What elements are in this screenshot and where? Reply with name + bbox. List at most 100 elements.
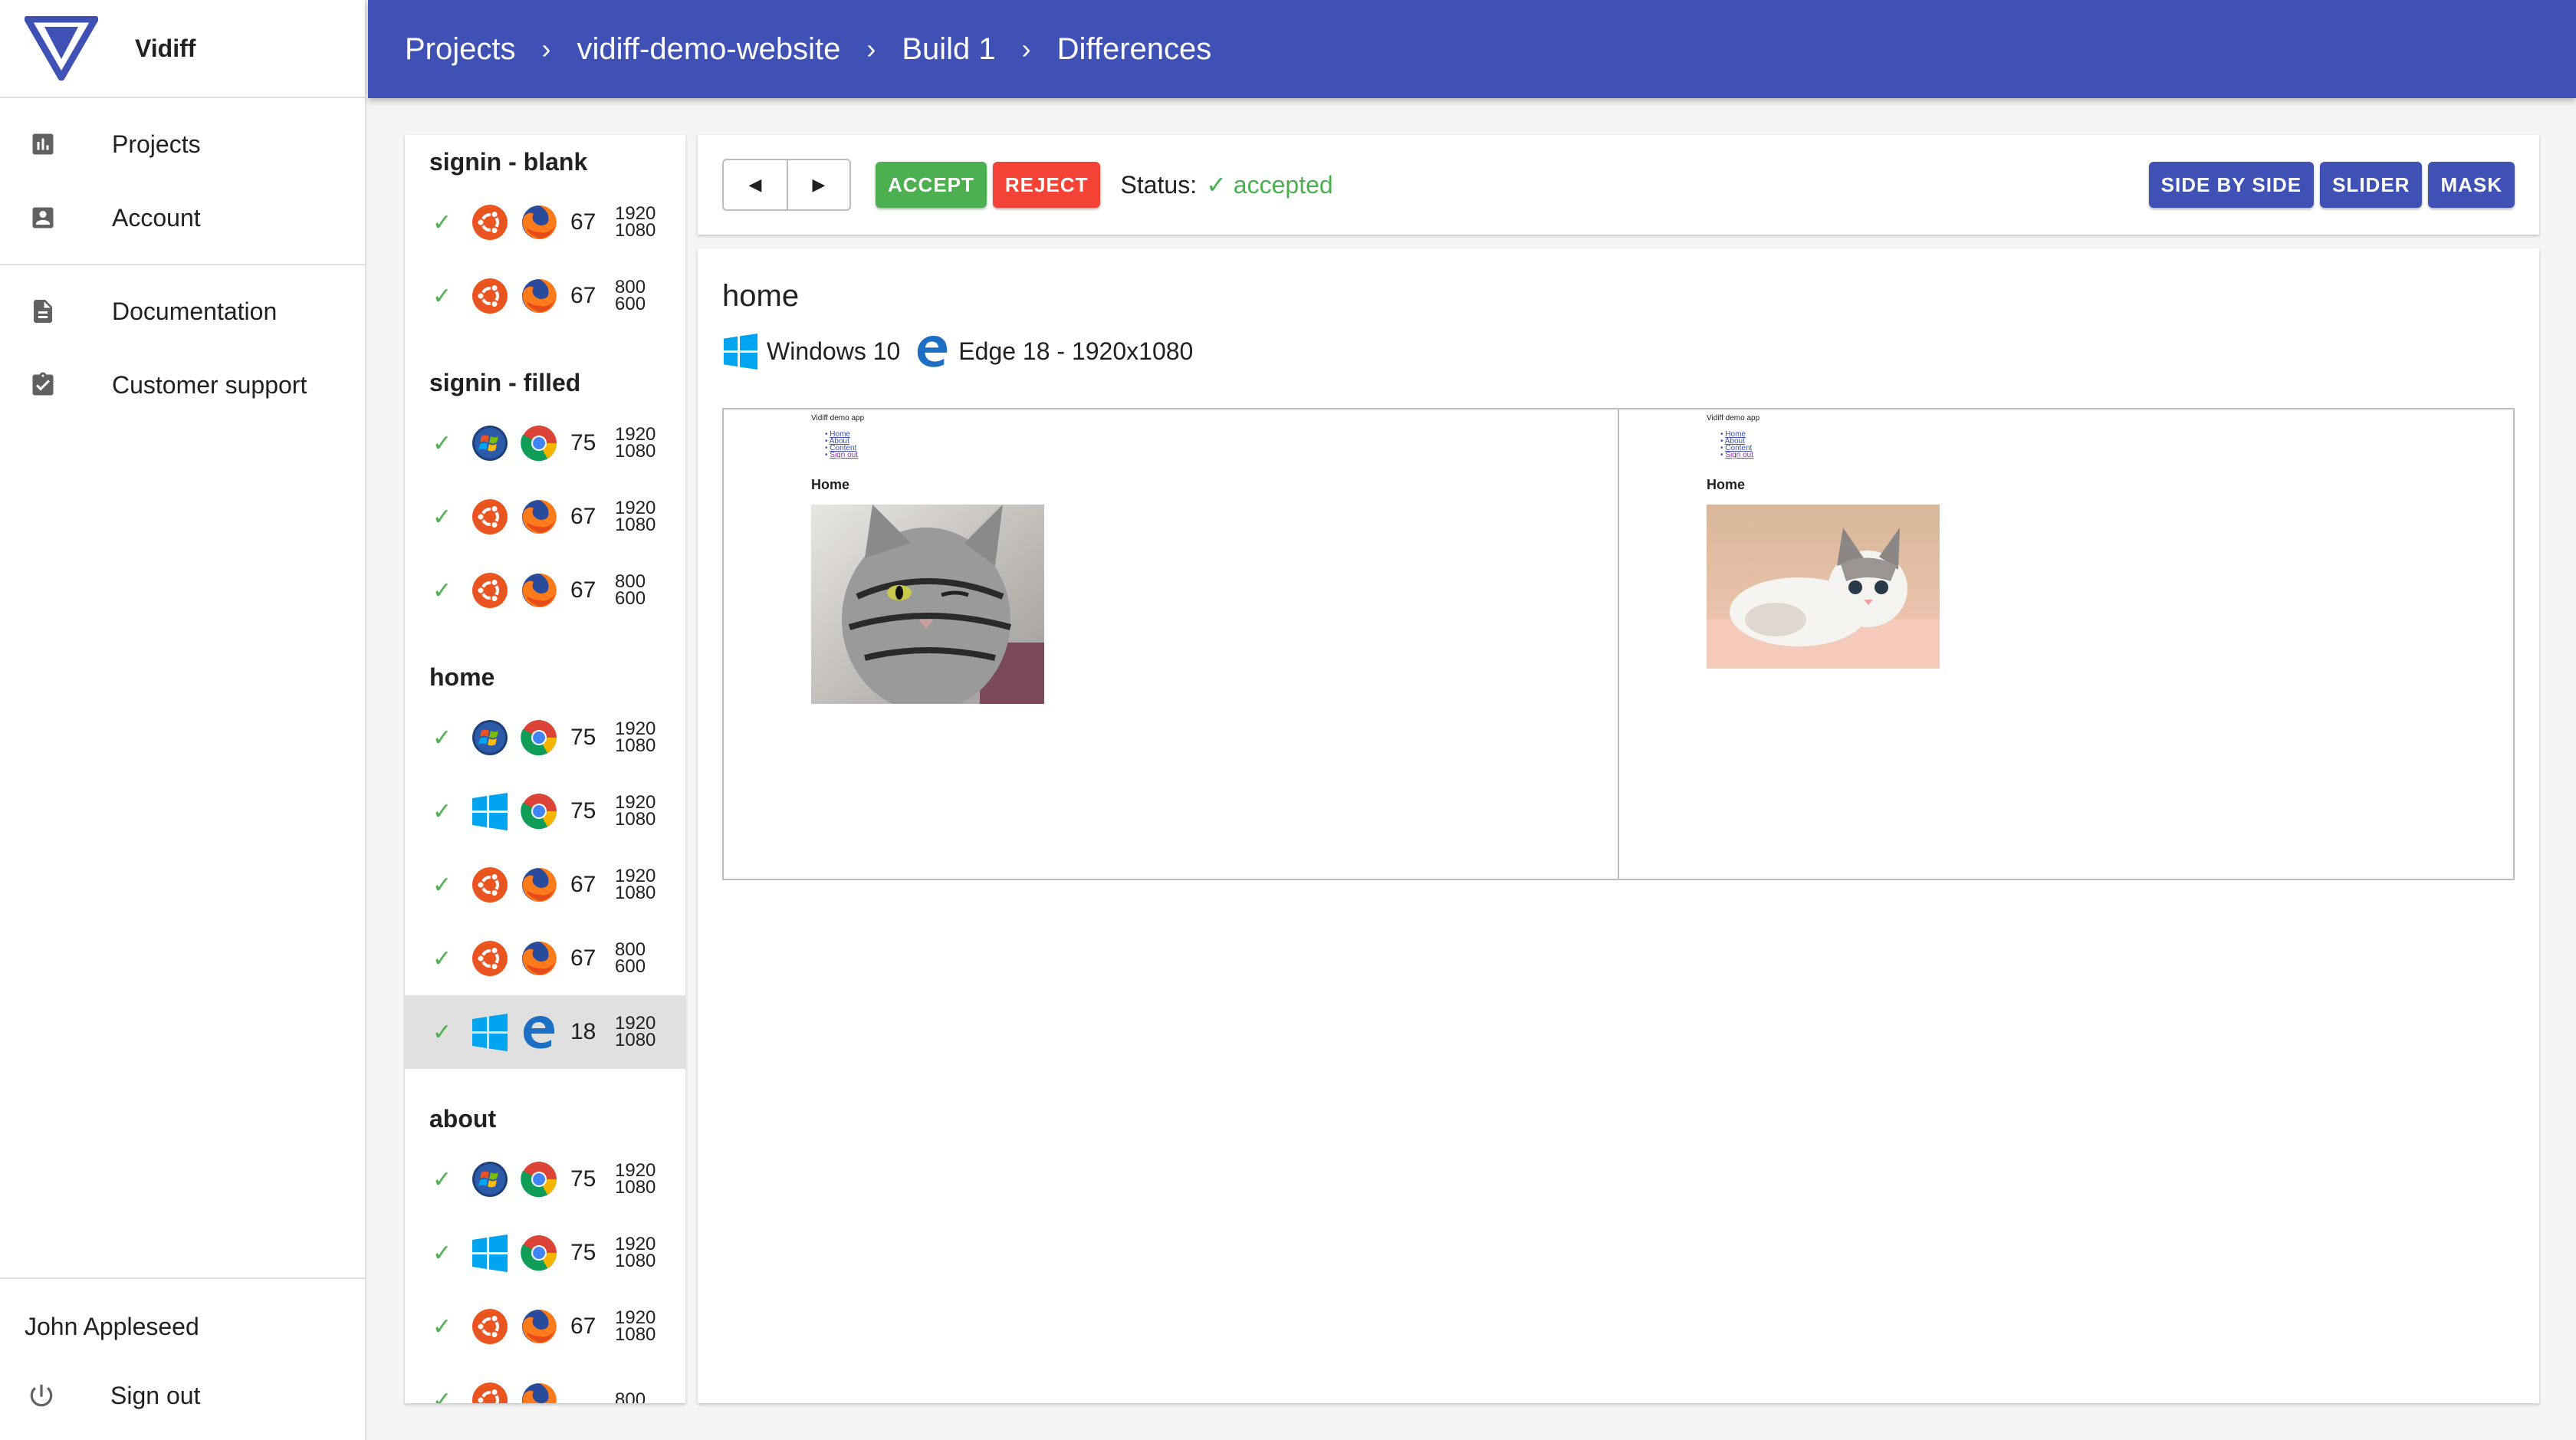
windows7-icon [455, 424, 509, 462]
ubuntu-icon [455, 866, 509, 904]
sidebar-item-label: Customer support [112, 370, 307, 399]
test-variant-row[interactable]: ✓ 67 1920 1080 [405, 1290, 685, 1363]
diff-toolbar: ◀ ▶ ACCEPT REJECT Status: ✓ accepted SID… [698, 135, 2539, 235]
ubuntu-icon [455, 1307, 509, 1346]
check-icon: ✓ [432, 872, 452, 898]
browser-version: 67 [570, 283, 596, 308]
test-variant-row[interactable]: ✓ 67 1920 1080 [405, 480, 685, 554]
sign-out-button[interactable]: Sign out [0, 1359, 365, 1432]
browser-version: 67 [570, 577, 596, 603]
windows7-icon [455, 1160, 509, 1198]
breadcrumb-projects[interactable]: Projects [405, 32, 516, 67]
mask-button[interactable]: MASK [2428, 162, 2515, 208]
nav-secondary: Documentation Customer support [0, 265, 365, 431]
test-variant-row[interactable]: ✓ 18 1920 1080 [405, 995, 685, 1069]
resolution: 1920 1080 [615, 794, 656, 830]
status-indicator: Status: ✓ accepted [1120, 170, 1332, 199]
resolution-width: 800 [615, 1389, 646, 1404]
chrome-icon [509, 1234, 558, 1272]
check-icon: ✓ [432, 798, 452, 824]
chevron-right-icon: › [541, 33, 551, 64]
resolution-height: 1080 [615, 441, 656, 462]
test-variant-row[interactable]: ✓ 67 800 600 [405, 259, 685, 333]
view-mode-group: SIDE BY SIDE SLIDER MASK [2148, 162, 2515, 208]
document-icon [28, 296, 58, 327]
resolution: 1920 1080 [615, 499, 656, 534]
chrome-icon [509, 424, 558, 462]
sidebar-footer: John Appleseed Sign out [0, 1277, 365, 1440]
side-by-side-comparison: Vidiff demo app • Home • About • Content… [722, 408, 2515, 880]
sidebar-item-label: Projects [112, 130, 201, 158]
windows10-icon [455, 1013, 509, 1051]
ubuntu-icon [455, 277, 509, 315]
resolution-height: 1080 [615, 220, 656, 241]
chrome-icon [509, 792, 558, 830]
brand[interactable]: Vidiff [0, 0, 365, 98]
resolution: 1920 1080 [615, 1235, 656, 1271]
reject-button[interactable]: REJECT [992, 162, 1101, 208]
user-name: John Appleseed [25, 1312, 199, 1340]
resolution-height: 1080 [615, 1030, 656, 1050]
resolution-height: 1080 [615, 1324, 656, 1345]
side-by-side-button[interactable]: SIDE BY SIDE [2148, 162, 2315, 208]
test-title: home [722, 279, 800, 313]
windows10-icon [455, 1234, 509, 1272]
browser-version: 67 [570, 209, 596, 235]
test-group-title: signin - filled [429, 369, 581, 396]
firefox-icon [509, 277, 558, 315]
test-variant-row[interactable]: ✓ 67 800 600 [405, 554, 685, 627]
mini-heading: Home [811, 477, 850, 492]
next-button[interactable]: ▶ [787, 160, 849, 209]
slider-button[interactable]: SLIDER [2320, 162, 2423, 208]
test-variant-row[interactable]: ✓ 800 [405, 1363, 685, 1403]
test-variant-row[interactable]: ✓ 67 800 600 [405, 922, 685, 995]
browser-version: 67 [570, 872, 596, 897]
test-variant-row[interactable]: ✓ 75 1920 1080 [405, 774, 685, 848]
chrome-icon [509, 1160, 558, 1198]
check-icon: ✓ [432, 1313, 452, 1340]
sidebar-item-documentation[interactable]: Documentation [0, 275, 365, 348]
test-group-title: signin - blank [429, 148, 588, 176]
power-icon [26, 1380, 57, 1411]
vidiff-logo-icon [25, 16, 98, 81]
sign-out-label: Sign out [110, 1381, 201, 1409]
diff-detail: home Windows 10 Edge 18 - 1920x1080 Vidi… [698, 248, 2539, 1403]
firefox-icon [509, 939, 558, 978]
browser-version: 75 [570, 1240, 596, 1265]
breadcrumb-build[interactable]: Build 1 [902, 32, 995, 67]
test-group-title: home [429, 663, 495, 691]
resolution-height: 1080 [615, 883, 656, 903]
chevron-right-icon: › [1021, 33, 1031, 64]
firefox-icon [509, 498, 558, 536]
check-icon: ✓ [1206, 171, 1227, 199]
brand-name: Vidiff [135, 34, 196, 62]
accept-button[interactable]: ACCEPT [876, 162, 987, 208]
test-variant-row[interactable]: ✓ 67 1920 1080 [405, 848, 685, 922]
resolution-height: 1080 [615, 1177, 656, 1198]
ubuntu-icon [455, 571, 509, 610]
sidebar-item-projects[interactable]: Projects [0, 107, 365, 181]
test-group-title: about [429, 1105, 497, 1133]
firefox-icon [509, 1307, 558, 1346]
assignment-check-icon [28, 370, 58, 400]
previous-button[interactable]: ◀ [724, 160, 787, 209]
sidebar-item-account[interactable]: Account [0, 181, 365, 255]
resolution: 1920 1080 [615, 205, 656, 241]
chrome-icon [509, 718, 558, 757]
test-variant-row[interactable]: ✓ 75 1920 1080 [405, 1216, 685, 1290]
resolution-height: 600 [615, 588, 646, 609]
test-list-panel[interactable]: signin - blank ✓ 67 1920 1080 ✓ 67 800 600 signin… [405, 135, 685, 1403]
mini-app-title: Vidiff demo app [1707, 414, 1760, 422]
check-icon: ✓ [432, 1387, 452, 1404]
ubuntu-icon [455, 939, 509, 978]
test-variant-row[interactable]: ✓ 75 1920 1080 [405, 1142, 685, 1216]
test-variant-row[interactable]: ✓ 75 1920 1080 [405, 701, 685, 774]
test-variant-row[interactable]: ✓ 67 1920 1080 [405, 186, 685, 259]
resolution-height: 1080 [615, 809, 656, 830]
test-variant-row[interactable]: ✓ 75 1920 1080 [405, 406, 685, 480]
resolution: 1920 1080 [615, 867, 656, 903]
sidebar-item-customer-support[interactable]: Customer support [0, 348, 365, 422]
arrow-left-icon: ◀ [748, 175, 762, 194]
browser-version: 75 [570, 798, 596, 824]
breadcrumb-project[interactable]: vidiff-demo-website [577, 32, 841, 67]
